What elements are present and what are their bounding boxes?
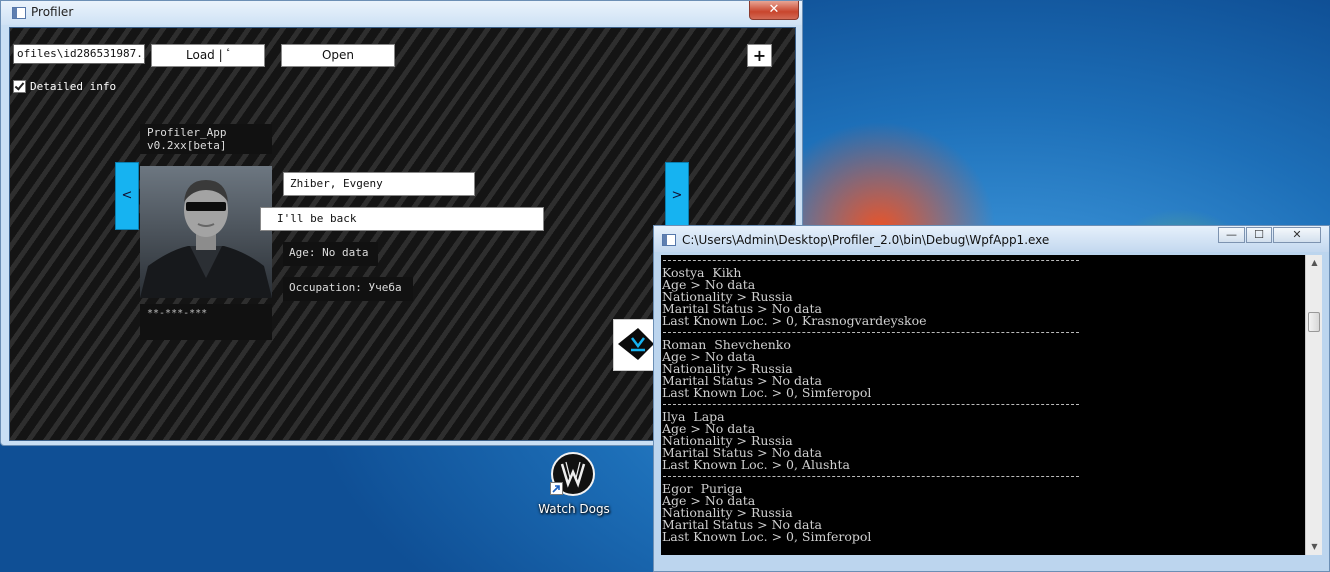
app-name: Profiler_App bbox=[147, 126, 227, 139]
console-scrollbar[interactable]: ▲ ▼ bbox=[1305, 255, 1322, 555]
console-separator bbox=[662, 255, 1307, 267]
load-button[interactable]: Load | ٴ bbox=[151, 44, 265, 67]
app-window-icon bbox=[12, 7, 26, 19]
minimize-button[interactable]: — bbox=[1218, 227, 1245, 243]
desktop-icon-label: Watch Dogs bbox=[538, 502, 610, 516]
detailed-info-label: Detailed info bbox=[30, 79, 117, 93]
name-field[interactable]: Zhiber, Evgeny bbox=[283, 172, 475, 196]
watch-dogs-desktop-icon[interactable]: Watch Dogs bbox=[536, 450, 612, 520]
profiler-titlebar[interactable]: Profiler ✕ bbox=[1, 1, 802, 25]
console-close-button[interactable]: ✕ bbox=[1273, 227, 1321, 243]
profile-path-input[interactable]: ofiles\id286531987.j bbox=[13, 44, 145, 64]
quote-field[interactable]: I'll be back bbox=[260, 207, 544, 231]
console-titlebar[interactable]: C:\Users\Admin\Desktop\Profiler_2.0\bin\… bbox=[654, 226, 1329, 252]
record-location: Last Known Loc. > 0, Simferopol bbox=[662, 529, 872, 544]
window-title: Profiler bbox=[31, 5, 74, 19]
app-version: v0.2xx[beta] bbox=[147, 139, 227, 152]
maximize-button[interactable]: ☐ bbox=[1246, 227, 1272, 243]
console-window-title: C:\Users\Admin\Desktop\Profiler_2.0\bin\… bbox=[682, 233, 1050, 247]
open-button[interactable]: Open bbox=[281, 44, 395, 67]
chevron-right-icon: > bbox=[671, 188, 683, 203]
console-separator bbox=[662, 327, 1307, 339]
scroll-up-icon[interactable]: ▲ bbox=[1306, 255, 1323, 271]
console-separator bbox=[662, 399, 1307, 411]
record-name: Roman Shevchenko bbox=[662, 337, 791, 352]
detailed-info-toggle[interactable]: Detailed info bbox=[13, 78, 116, 94]
console-app-icon bbox=[662, 234, 676, 246]
record-location: Last Known Loc. > 0, Simferopol bbox=[662, 385, 872, 400]
close-button[interactable]: ✕ bbox=[749, 1, 799, 20]
console-output[interactable]: Kostya Kikh Age > No data Nationality > … bbox=[661, 255, 1307, 555]
chevron-left-icon: < bbox=[121, 188, 133, 203]
record-location: Last Known Loc. > 0, Alushta bbox=[662, 457, 850, 472]
console-window: C:\Users\Admin\Desktop\Profiler_2.0\bin\… bbox=[653, 225, 1330, 572]
shortcut-arrow-icon bbox=[550, 482, 563, 495]
next-profile-button[interactable]: > bbox=[665, 162, 689, 230]
occupation-field: Occupation: Учеба bbox=[283, 277, 413, 301]
record-name: Egor Puriga bbox=[662, 481, 743, 496]
record-name: Kostya Kikh bbox=[662, 265, 742, 280]
previous-profile-button[interactable]: < bbox=[115, 162, 139, 230]
add-button[interactable]: + bbox=[747, 44, 772, 67]
profile-photo bbox=[140, 166, 272, 298]
scroll-down-icon[interactable]: ▼ bbox=[1306, 539, 1323, 555]
scrollbar-thumb[interactable] bbox=[1308, 312, 1320, 332]
app-title-block: Profiler_App v0.2xx[beta] bbox=[140, 124, 272, 154]
record-location: Last Known Loc. > 0, Krasnogvardeyskoe bbox=[662, 313, 927, 328]
record-name: Ilya Lapa bbox=[662, 409, 725, 424]
age-field: Age: No data bbox=[283, 242, 378, 266]
detailed-info-checkbox[interactable] bbox=[13, 79, 26, 93]
console-separator bbox=[662, 471, 1307, 483]
masked-number: **-***-*** bbox=[140, 304, 272, 340]
